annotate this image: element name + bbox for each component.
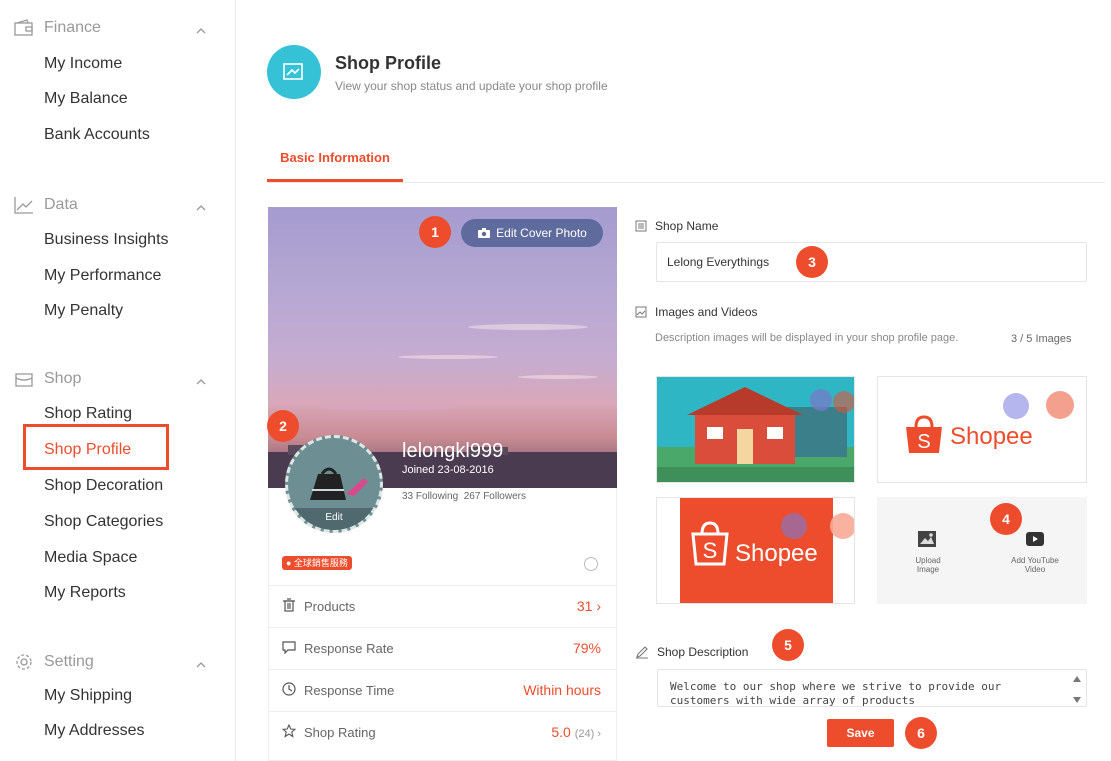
line-chart-icon [14,197,33,214]
avatar-edit-label[interactable]: Edit [288,508,380,530]
avatar[interactable]: Edit [285,435,383,533]
shop-name-label: Shop Name [635,219,718,233]
chevron-up-icon[interactable] [195,25,207,37]
shop-name-input[interactable]: Lelong Everythings [656,242,1087,282]
sidebar-item-my-performance[interactable]: My Performance [44,267,161,285]
shopee-bag-icon: S [691,521,729,566]
image-tile-school[interactable] [656,376,855,483]
shop-username: lelongkl999 [402,440,504,462]
upload-area [877,497,1087,604]
page-subtitle: View your shop status and update your sh… [335,79,608,93]
stat-row-response-rate: Response Rate 79% [268,627,617,669]
shop-profile-icon [267,45,321,99]
tab-divider [267,182,1105,183]
scroll-up-icon[interactable] [1073,676,1081,682]
sidebar-section-shop[interactable]: Shop [14,370,81,388]
delete-icon[interactable] [833,391,854,413]
image-icon [635,306,647,318]
sidebar-item-my-addresses[interactable]: My Addresses [44,722,144,740]
trash-box-icon [283,598,295,612]
sidebar-section-finance[interactable]: Finance [14,19,101,37]
shopee-logo-text: Shopee [950,423,1033,450]
sidebar-item-my-penalty[interactable]: My Penalty [44,302,123,320]
crop-icon[interactable] [781,513,807,539]
image-tile-shopee-orange[interactable]: S Shopee [656,497,855,604]
marker-5: 5 [772,629,804,661]
sidebar-item-shop-profile[interactable]: Shop Profile [44,441,131,459]
camera-icon [478,228,491,238]
chat-icon[interactable] [584,557,598,571]
svg-text:S: S [917,431,930,453]
upload-image-button[interactable]: Upload Image [906,556,950,574]
images-videos-label: Images and Videos [635,305,758,319]
edit-cover-photo-button[interactable]: Edit Cover Photo [461,219,603,247]
add-youtube-video-button[interactable]: Add YouTube Video [1000,556,1070,574]
pencil-icon [636,646,648,659]
wallet-icon [14,19,33,36]
star-icon [282,724,296,738]
shop-icon [15,373,33,387]
sidebar-item-shop-rating[interactable]: Shop Rating [44,405,132,423]
sidebar: Finance My Income My Balance Bank Accoun… [0,0,236,761]
youtube-icon[interactable] [1025,531,1045,547]
sidebar-item-business-insights[interactable]: Business Insights [44,231,169,249]
chevron-up-icon[interactable] [195,202,207,214]
save-button[interactable]: Save [827,719,894,747]
shop-logo-image [310,467,368,500]
marker-1: 1 [419,216,451,248]
chat-bubble-icon [282,641,296,654]
sidebar-item-shop-decoration[interactable]: Shop Decoration [44,477,163,495]
upload-image-icon[interactable] [917,530,937,548]
marker-3: 3 [796,246,828,278]
stat-row-products[interactable]: Products 31 › [268,585,617,627]
clock-icon [282,682,296,696]
shop-description-textarea[interactable]: Welcome to our shop where we strive to p… [657,669,1087,707]
chevron-up-icon[interactable] [195,659,207,671]
sidebar-item-my-reports[interactable]: My Reports [44,584,126,602]
sidebar-item-my-shipping[interactable]: My Shipping [44,687,132,705]
sidebar-item-my-income[interactable]: My Income [44,55,122,73]
sidebar-section-setting[interactable]: Setting [14,653,94,671]
image-tile-shopee-white[interactable]: S Shopee [877,376,1087,483]
sidebar-item-shop-categories[interactable]: Shop Categories [44,513,163,531]
sidebar-item-bank-accounts[interactable]: Bank Accounts [44,126,150,144]
stat-row-response-time: Response Time Within hours [268,669,617,711]
follow-stats: 33 Following 267 Followers [402,491,526,502]
joined-date: Joined 23-08-2016 [402,464,494,476]
sidebar-item-media-space[interactable]: Media Space [44,549,137,567]
global-selling-badge: ● 全球銷售服務 [282,556,352,570]
chevron-up-icon[interactable] [195,376,207,388]
marker-2: 2 [267,410,299,442]
shopee-bag-icon: S [906,415,942,453]
tab-basic-information[interactable]: Basic Information [267,150,403,182]
stat-row-shop-rating[interactable]: Shop Rating 5.0 (24) › [268,711,617,753]
images-description: Description images will be displayed in … [655,332,959,344]
delete-icon[interactable] [830,513,854,539]
crop-icon[interactable] [1003,393,1029,419]
shopee-logo-text: Shopee [735,540,818,567]
page-title: Shop Profile [335,53,442,73]
shop-description-label: Shop Description [635,645,748,659]
delete-icon[interactable] [1046,391,1074,419]
svg-text:S: S [703,538,718,563]
gear-icon [16,654,32,670]
sidebar-section-data[interactable]: Data [14,196,78,214]
images-count: 3 / 5 Images [1011,333,1072,345]
crop-icon[interactable] [810,389,832,411]
scroll-down-icon[interactable] [1073,697,1081,703]
sidebar-item-my-balance[interactable]: My Balance [44,90,128,108]
marker-6: 6 [905,717,937,749]
list-icon [635,220,647,232]
marker-4: 4 [990,503,1022,535]
